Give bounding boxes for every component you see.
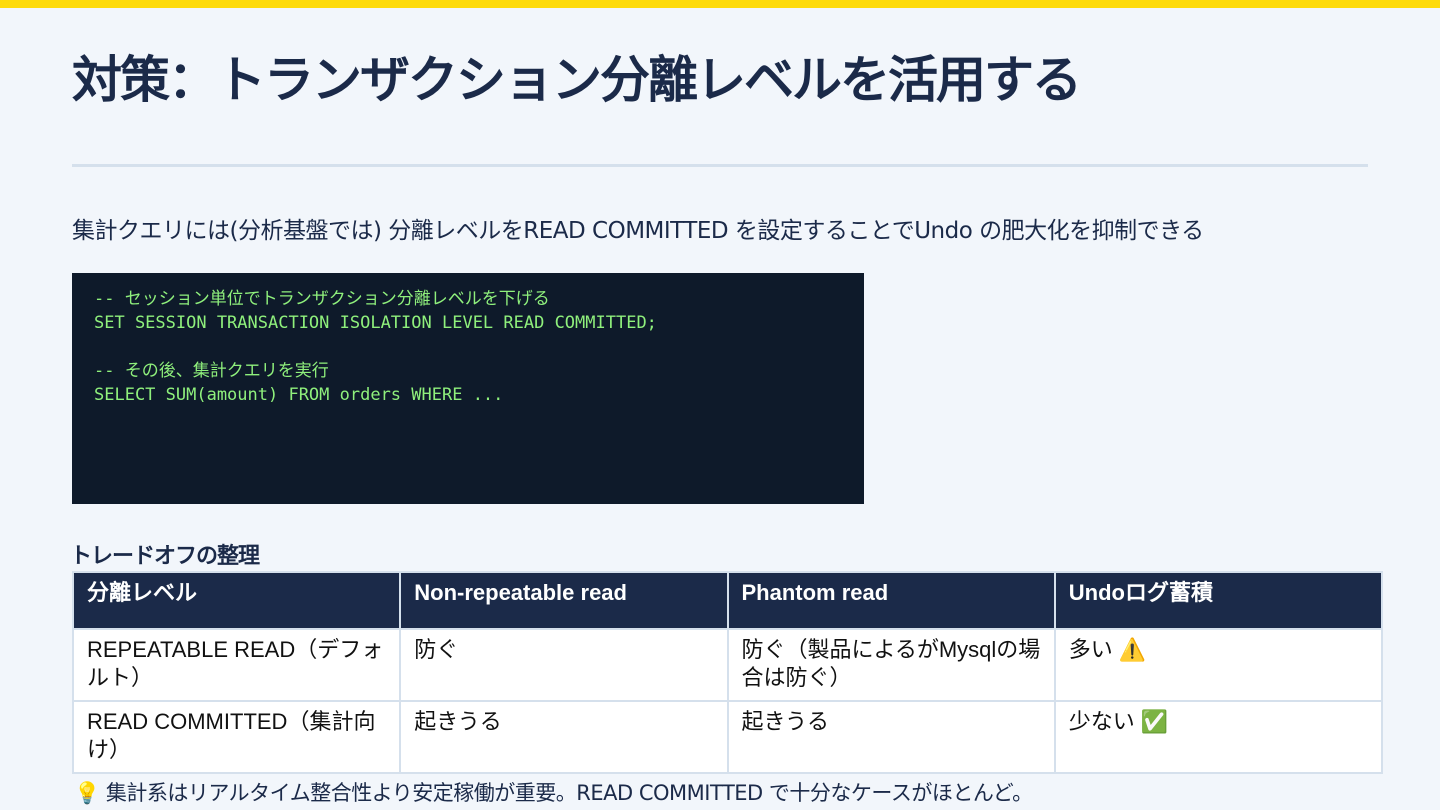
title-divider — [72, 164, 1368, 167]
top-accent-bar — [0, 0, 1440, 8]
lightbulb-icon: 💡 — [74, 781, 100, 805]
column-header-isolation-level: 分離レベル — [71, 571, 402, 630]
table-row: REPEATABLE READ（デフォルト） 防ぐ 防ぐ（製品によるがMysql… — [71, 628, 1384, 702]
table-cell: 少ない ✅ — [1053, 700, 1384, 774]
slide-title: 対策：トランザクション分離レベルを活用する — [72, 51, 1082, 109]
table-cell: 起きうる — [399, 700, 729, 774]
footer-text: 集計系はリアルタイム整合性より安定稼働が重要。READ COMMITTED で十… — [105, 781, 1033, 805]
table-cell: 多い ⚠️ — [1053, 628, 1384, 702]
column-header-non-repeatable-read: Non-repeatable read — [399, 571, 729, 630]
code-line: -- その後、集計クエリを実行 — [94, 361, 329, 381]
column-header-phantom-read: Phantom read — [726, 571, 1056, 630]
table-header-row: 分離レベル Non-repeatable read Phantom read U… — [71, 571, 1384, 630]
tradeoff-table: 分離レベル Non-repeatable read Phantom read U… — [71, 571, 1384, 774]
table-row: READ COMMITTED（集計向け） 起きうる 起きうる 少ない ✅ — [71, 700, 1384, 774]
code-block: -- セッション単位でトランザクション分離レベルを下げる SET SESSION… — [72, 273, 864, 504]
code-line: SELECT SUM(amount) FROM orders WHERE ... — [94, 385, 504, 405]
table-cell: 防ぐ（製品によるがMysqlの場合は防ぐ） — [726, 628, 1056, 702]
table-cell: READ COMMITTED（集計向け） — [71, 700, 402, 774]
table-cell: 起きうる — [726, 700, 1056, 774]
footer-note: 💡 集計系はリアルタイム整合性より安定稼働が重要。READ COMMITTED … — [74, 777, 1033, 807]
tradeoff-heading: トレードオフの整理 — [70, 544, 260, 569]
code-line: -- セッション単位でトランザクション分離レベルを下げる — [94, 289, 550, 309]
table-cell: 防ぐ — [399, 628, 729, 702]
code-line: SET SESSION TRANSACTION ISOLATION LEVEL … — [94, 313, 657, 333]
table-cell: REPEATABLE READ（デフォルト） — [71, 628, 402, 702]
column-header-undo-log: Undoログ蓄積 — [1053, 571, 1384, 630]
lead-text: 集計クエリには(分析基盤では) 分離レベルをREAD COMMITTED を設定… — [72, 218, 1204, 244]
